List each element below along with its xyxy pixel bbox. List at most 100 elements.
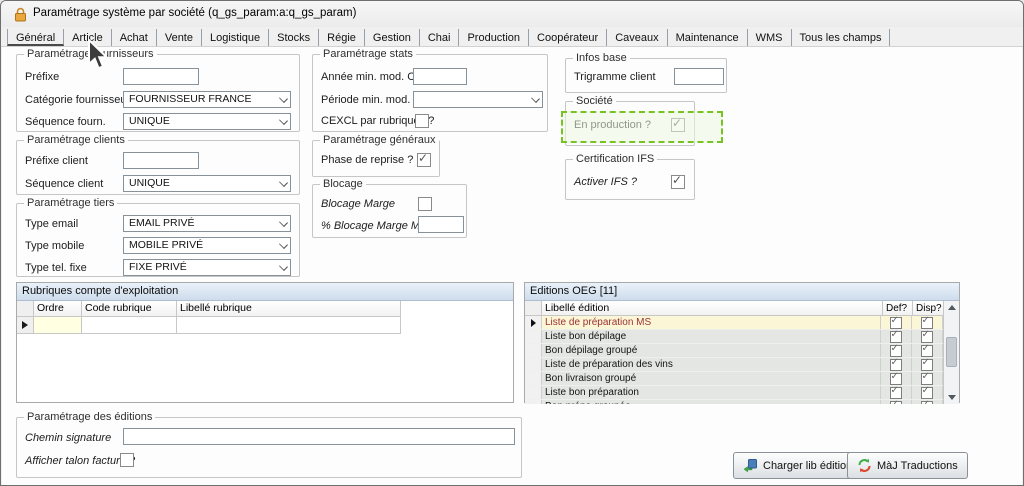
tab-achat[interactable]: Achat (112, 29, 157, 46)
disp-checkbox[interactable] (921, 331, 933, 343)
editions-scrollbar[interactable] (943, 301, 959, 404)
code-rubrique-cell[interactable] (82, 317, 177, 334)
rubriques-col-2[interactable]: Code rubrique (82, 301, 177, 317)
def-cell (881, 400, 912, 404)
prefixe-client-input[interactable] (123, 152, 199, 169)
disp-checkbox[interactable] (921, 373, 933, 385)
periode-min-select[interactable] (413, 91, 543, 108)
phase-reprise-checkbox[interactable] (417, 153, 431, 167)
edition-label-cell[interactable]: Liste bon préparation (542, 386, 881, 399)
disp-checkbox[interactable] (921, 387, 933, 399)
trigramme-client-input[interactable] (674, 68, 724, 85)
scroll-down-button[interactable] (944, 391, 959, 404)
group-certification-ifs: Certification IFS Activer IFS ? (565, 159, 695, 200)
prefixe-input[interactable] (123, 68, 199, 85)
sequence-fourn-select[interactable]: UNIQUE (123, 113, 291, 130)
annee-min-input[interactable] (413, 68, 467, 85)
categorie-fournisseur-label: Catégorie fournisseur (25, 94, 130, 106)
categorie-fournisseur-select[interactable]: FOURNISSEUR FRANCE (123, 91, 291, 108)
tab-article[interactable]: Article (64, 29, 112, 46)
maj-traductions-button[interactable]: MàJ Traductions (847, 452, 968, 479)
row-selector-cell (525, 330, 542, 343)
tab-chai[interactable]: Chai (420, 29, 460, 46)
libelle-rubrique-cell[interactable] (177, 317, 401, 334)
scrollbar-thumb[interactable] (946, 337, 957, 367)
tab-caveaux[interactable]: Caveaux (607, 29, 667, 46)
row-selector-icon (22, 321, 28, 329)
afficher-talon-checkbox[interactable] (120, 453, 134, 467)
editions-col-def[interactable]: Def? (883, 301, 913, 316)
editions-row[interactable]: Liste bon préparation (525, 386, 943, 400)
prefixe-client-label: Préfixe client (25, 155, 88, 167)
tab-logistique[interactable]: Logistique (202, 29, 269, 46)
tab-coopérateur[interactable]: Coopérateur (529, 29, 607, 46)
def-checkbox[interactable] (890, 345, 902, 357)
edition-label-cell[interactable]: Bon livraison groupé (542, 372, 881, 385)
editions-row[interactable]: Liste de préparation MS (525, 316, 943, 330)
tab-stocks[interactable]: Stocks (269, 29, 319, 46)
disp-checkbox[interactable] (921, 359, 933, 371)
editions-row[interactable]: Liste bon dépilage (525, 330, 943, 344)
en-production-checkbox[interactable] (671, 118, 685, 132)
edition-label-cell[interactable]: Bon dépilage groupé (542, 344, 881, 357)
tab-production[interactable]: Production (459, 29, 529, 46)
def-checkbox[interactable] (890, 317, 902, 329)
afficher-talon-label: Afficher talon facture ? (25, 455, 135, 467)
def-checkbox[interactable] (890, 359, 902, 371)
group-societe-title: Société (573, 95, 616, 107)
sequence-client-select[interactable]: UNIQUE (123, 175, 291, 192)
group-fournisseurs: Paramétrage fournisseurs Préfixe Catégor… (16, 54, 300, 132)
tab-vente[interactable]: Vente (157, 29, 202, 46)
chevron-down-icon (280, 117, 287, 124)
editions-col-libelle[interactable]: Libellé édition (542, 301, 883, 316)
tab-wms[interactable]: WMS (748, 29, 792, 46)
disp-checkbox[interactable] (921, 317, 933, 329)
rubriques-col-1[interactable]: Ordre (34, 301, 82, 317)
app-window: Paramétrage système par société (q_gs_pa… (0, 0, 1024, 486)
def-checkbox[interactable] (890, 401, 902, 405)
row-selector-cell (525, 358, 542, 371)
edition-label-cell[interactable]: Liste bon dépilage (542, 330, 881, 343)
rubriques-row[interactable] (17, 317, 513, 334)
type-tel-fixe-label: Type tel. fixe (25, 262, 87, 274)
row-selector-cell (17, 317, 34, 334)
def-checkbox[interactable] (890, 331, 902, 343)
refresh-icon (857, 458, 872, 473)
editions-col-disp[interactable]: Disp? (913, 301, 943, 316)
disp-checkbox[interactable] (921, 401, 933, 405)
editions-row[interactable]: Liste de préparation des vins (525, 358, 943, 372)
arrow-down-icon (948, 395, 956, 400)
sequence-fourn-label: Séquence fourn. (25, 116, 106, 128)
editions-panel: Editions OEG [11] Libellé édition Def? D… (524, 282, 960, 403)
rubriques-col-3[interactable]: Libellé rubrique (177, 301, 401, 317)
ordre-cell[interactable] (34, 317, 82, 334)
tab-régie[interactable]: Régie (319, 29, 365, 46)
edition-label-cell[interactable]: Liste de préparation des vins (542, 358, 881, 371)
editions-row[interactable]: Bon dépilage groupé (525, 344, 943, 358)
activer-ifs-checkbox[interactable] (671, 175, 685, 189)
edition-label-cell[interactable]: Bon prépa groupée (542, 400, 881, 404)
cexcl-checkbox[interactable] (415, 114, 429, 128)
tab-tous-les-champs[interactable]: Tous les champs (792, 29, 891, 46)
blocage-marge-min-input[interactable] (418, 216, 464, 233)
scroll-up-button[interactable] (944, 301, 959, 314)
row-selector-cell (525, 344, 542, 357)
def-checkbox[interactable] (890, 373, 902, 385)
def-checkbox[interactable] (890, 387, 902, 399)
tab-gestion[interactable]: Gestion (365, 29, 420, 46)
tab-maintenance[interactable]: Maintenance (668, 29, 748, 46)
chemin-signature-input[interactable] (123, 428, 515, 445)
type-tel-fixe-select[interactable]: FIXE PRIVÉ (123, 259, 291, 276)
editions-row[interactable]: Bon prépa groupée (525, 400, 943, 404)
group-generaux: Paramétrage généraux Phase de reprise ? (312, 140, 440, 177)
disp-checkbox[interactable] (921, 345, 933, 357)
editions-row[interactable]: Bon livraison groupé (525, 372, 943, 386)
group-blocage: Blocage Blocage Marge % Blocage Marge Mi… (312, 184, 467, 238)
row-selector-cell (525, 372, 542, 385)
type-email-select[interactable]: EMAIL PRIVÉ (123, 215, 291, 232)
tab-général[interactable]: Général (7, 29, 64, 46)
type-mobile-select[interactable]: MOBILE PRIVÉ (123, 237, 291, 254)
blocage-marge-checkbox[interactable] (418, 197, 432, 211)
chevron-down-icon (532, 95, 539, 102)
edition-label-cell[interactable]: Liste de préparation MS (542, 316, 881, 329)
